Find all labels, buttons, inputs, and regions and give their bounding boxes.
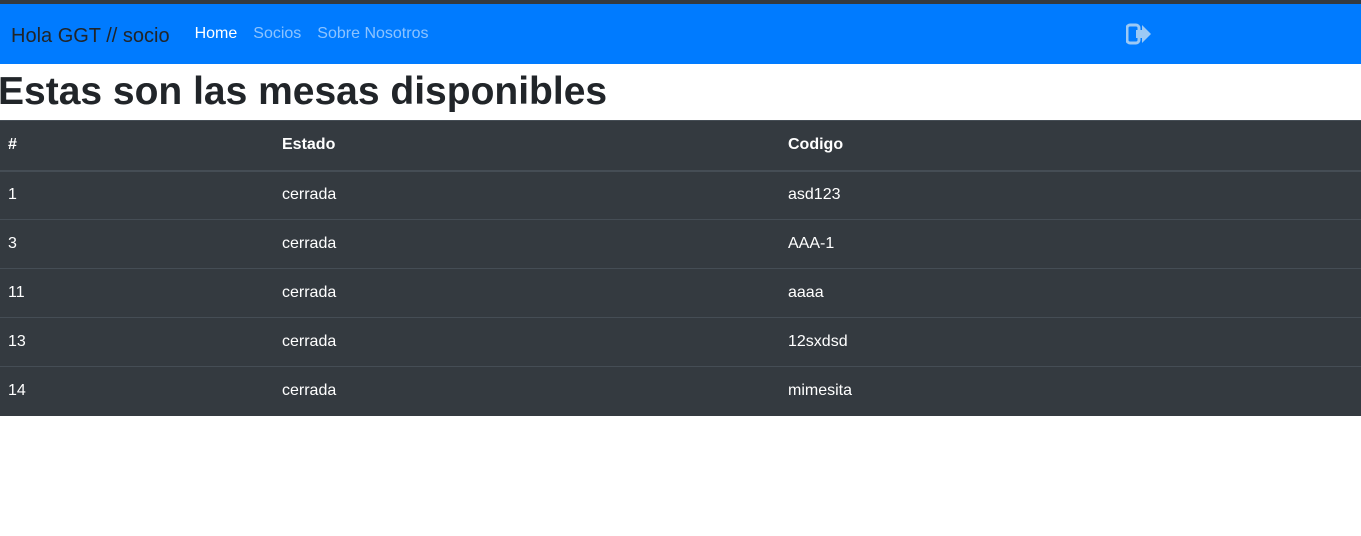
cell-estado: cerrada <box>274 366 780 416</box>
table-row: 1 cerrada asd123 <box>0 171 1361 220</box>
cell-id: 11 <box>0 268 274 318</box>
cell-estado: cerrada <box>274 219 780 269</box>
cell-id: 14 <box>0 366 274 416</box>
cell-codigo: AAA-1 <box>780 219 1361 269</box>
mesas-table: # Estado Codigo 1 cerrada asd123 3 cerra… <box>0 120 1361 416</box>
cell-codigo: asd123 <box>788 186 841 204</box>
page-title: Estas son las mesas disponibles <box>0 70 608 113</box>
nav-link-socios[interactable]: Socios <box>253 25 301 43</box>
table-row: 14 cerrada mimesita <box>0 366 1361 416</box>
cell-id: 13 <box>0 317 274 367</box>
column-header-id: # <box>0 120 274 172</box>
navbar: Hola GGT // socio Home Socios Sobre Noso… <box>0 4 1361 64</box>
nav-link-home[interactable]: Home <box>195 25 238 43</box>
nav-links: Home Socios Sobre Nosotros <box>195 25 445 43</box>
column-header-codigo: Codigo <box>780 120 1361 172</box>
cell-estado: cerrada <box>274 268 780 318</box>
cell-id: 1 <box>8 186 17 204</box>
table-row: 11 cerrada aaaa <box>0 268 1361 318</box>
cell-id: 3 <box>0 219 274 269</box>
sign-out-icon <box>1126 23 1151 45</box>
cell-codigo: aaaa <box>780 268 1361 318</box>
cell-estado: cerrada <box>274 317 780 367</box>
navbar-brand[interactable]: Hola GGT // socio <box>11 25 170 48</box>
table-row: 3 cerrada AAA-1 <box>0 219 1361 269</box>
table-row: 13 cerrada 12sxdsd <box>0 317 1361 367</box>
nav-link-sobre-nosotros[interactable]: Sobre Nosotros <box>317 25 428 43</box>
cell-codigo: 12sxdsd <box>780 317 1361 367</box>
logout-button[interactable] <box>1126 22 1152 46</box>
cell-codigo: mimesita <box>780 366 1361 416</box>
cell-estado: cerrada <box>282 186 337 204</box>
column-header-estado: Estado <box>274 120 780 172</box>
table-header-row: # Estado Codigo <box>0 120 1361 172</box>
